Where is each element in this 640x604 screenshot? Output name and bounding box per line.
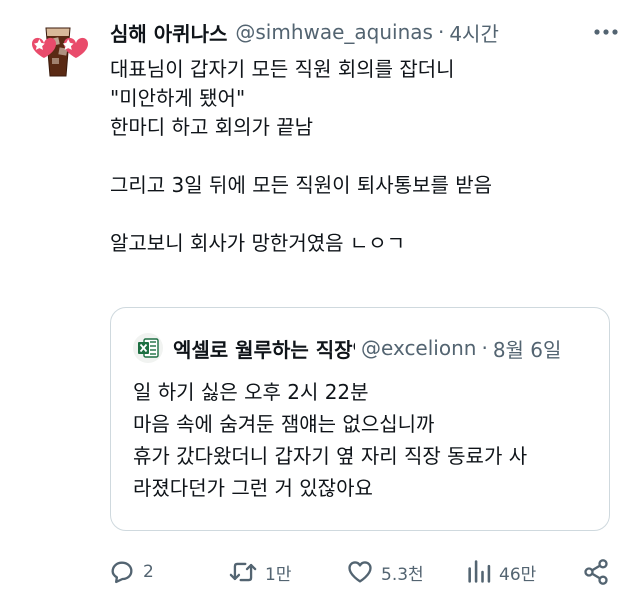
tweet-line: 알고보니 회사가 망한거였음 ㄴㅇㄱ xyxy=(110,231,406,255)
heart-icon xyxy=(348,561,372,583)
view-count: 46만 xyxy=(499,564,537,585)
tweet-line: 그리고 3일 뒤에 모든 직원이 퇴사통보를 받음 xyxy=(110,173,493,197)
quoted-tweet-header: 엑셀로 월루하는 직장인 @excelionn · 8월 6일 xyxy=(133,332,595,364)
header-separator: · xyxy=(437,20,445,44)
like-button[interactable]: 5.3천 xyxy=(346,554,424,590)
excel-logo-icon xyxy=(138,338,159,358)
views-button[interactable]: 46만 xyxy=(466,554,536,590)
author-avatar[interactable] xyxy=(24,14,92,82)
author-handle[interactable]: @simhwae_aquinas xyxy=(235,20,433,44)
quoted-author-avatar[interactable] xyxy=(133,333,163,363)
views-bars-icon xyxy=(468,560,491,583)
quoted-tweet-line: 라졌다던가 그런 거 있잖아요 xyxy=(133,476,373,500)
quoted-tweet-timestamp[interactable]: 8월 6일 xyxy=(493,334,562,363)
tweet-line xyxy=(110,142,620,171)
more-dots-icon xyxy=(594,29,618,35)
retweet-count: 1만 xyxy=(265,564,292,585)
quoted-header-separator: · xyxy=(481,336,488,360)
tweet-text: 대표님이 갑자기 모든 직원 회의를 잡더니 "미안하게 됐어" 한마디 하고 … xyxy=(110,55,620,258)
tweet-line: 한마디 하고 회의가 끝남 xyxy=(110,115,314,139)
tweet-action-bar: 2 1만 5.3천 46만 xyxy=(108,554,618,590)
tweet-timestamp[interactable]: 4시간 xyxy=(449,18,499,47)
quoted-tweet-line: 마음 속에 숨겨둔 잼얘는 없으십니까 xyxy=(133,412,435,436)
tweet-line xyxy=(110,200,620,229)
reply-bubble-icon xyxy=(111,561,133,584)
retweet-button[interactable]: 1만 xyxy=(228,554,291,590)
more-options-button[interactable] xyxy=(590,18,622,46)
share-button[interactable] xyxy=(582,554,610,590)
retweet-icon xyxy=(229,562,257,582)
quoted-author-handle[interactable]: @excelionn xyxy=(361,336,476,360)
author-name[interactable]: 심해 아퀴나스 xyxy=(110,18,227,47)
quoted-tweet-text: 일 하기 싫은 오후 2시 22분 마음 속에 숨겨둔 잼얘는 없으십니까 휴가… xyxy=(133,376,593,504)
quoted-author-name[interactable]: 엑셀로 월루하는 직장인 xyxy=(173,334,355,363)
share-icon xyxy=(584,559,608,585)
quoted-tweet-card[interactable]: 엑셀로 월루하는 직장인 @excelionn · 8월 6일 일 하기 싫은 … xyxy=(110,307,610,531)
like-count: 5.3천 xyxy=(381,564,424,585)
reply-button[interactable]: 2 xyxy=(108,554,154,590)
tweet-line: "미안하게 됐어" xyxy=(110,86,246,110)
tweet-header: 심해 아퀴나스 @simhwae_aquinas · 4시간 xyxy=(110,17,620,47)
reply-count: 2 xyxy=(143,562,154,582)
quoted-tweet-line: 휴가 갔다왔더니 갑자기 옆 자리 직장 동료가 사 xyxy=(133,444,528,468)
tweet-line: 대표님이 갑자기 모든 직원 회의를 잡더니 xyxy=(110,57,455,81)
quoted-tweet-line: 일 하기 싫은 오후 2시 22분 xyxy=(133,380,369,404)
